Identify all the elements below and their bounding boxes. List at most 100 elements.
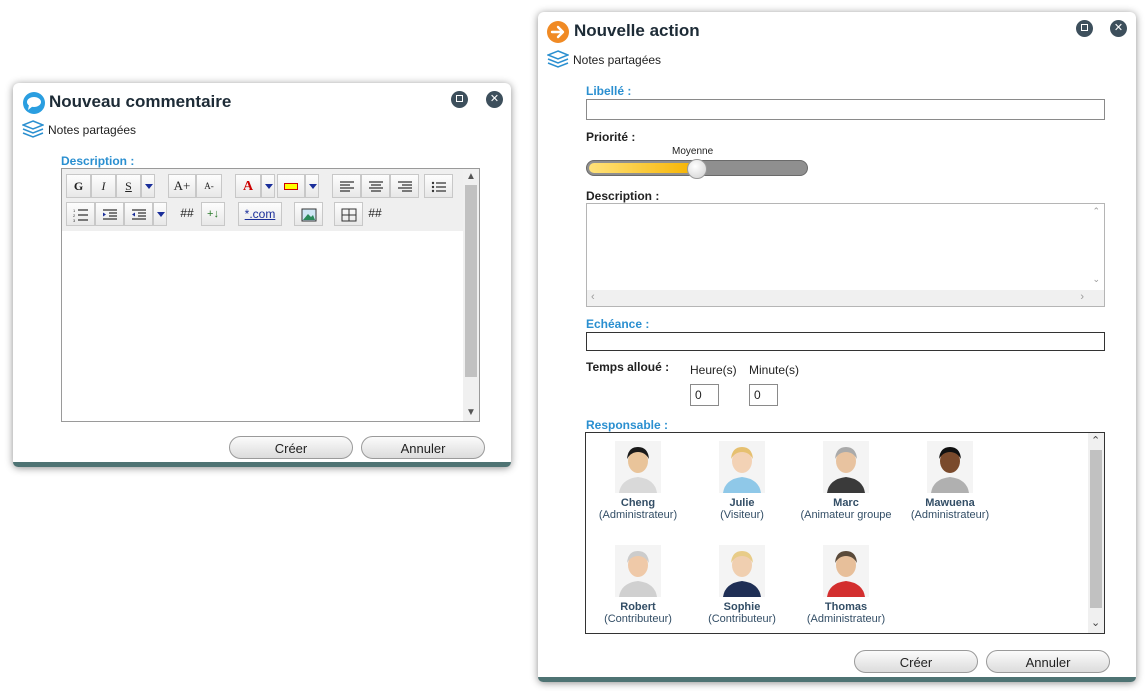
scroll-up-icon: ⌃: [1092, 206, 1100, 216]
close-button[interactable]: ✕: [1110, 20, 1127, 37]
align-right-button[interactable]: [390, 174, 419, 198]
align-left-button[interactable]: [332, 174, 361, 198]
indent-button[interactable]: [95, 202, 124, 226]
comment-dialog: Nouveau commentaire Notes partagées ✕ De…: [13, 83, 511, 467]
arrow-right-icon: [546, 20, 570, 49]
person-name: Thomas: [824, 601, 868, 613]
description-textarea[interactable]: ⌃ ⌄ ‹ ›: [586, 203, 1105, 307]
cancel-button[interactable]: Annuler: [361, 436, 485, 459]
scrollbar-thumb[interactable]: [1090, 450, 1102, 608]
maximize-icon: [456, 94, 463, 102]
scroll-down-icon: ▼: [466, 407, 476, 418]
bullet-list-button[interactable]: [424, 174, 453, 198]
action-dialog: Nouvelle action Notes partagées ✕ Libell…: [538, 12, 1136, 682]
scroll-up-icon: ▲: [466, 171, 476, 182]
dialog-bottom-bar: [538, 677, 1136, 682]
underline-options-dropdown[interactable]: [141, 174, 155, 198]
dialog-subtitle: Notes partagées: [48, 123, 137, 137]
align-center-icon: [368, 181, 383, 192]
maximize-button[interactable]: [451, 91, 468, 108]
anchor-button[interactable]: ##: [363, 202, 387, 226]
create-button[interactable]: Créer: [854, 650, 978, 673]
font-color-button[interactable]: A: [235, 174, 261, 198]
hours-input[interactable]: 0: [690, 384, 719, 406]
avatar: [615, 441, 661, 493]
link-button[interactable]: *.com: [238, 202, 282, 226]
person-mawuena[interactable]: Mawuena (Administrateur): [898, 441, 1002, 521]
maximize-icon: [1081, 23, 1088, 31]
person-role: (Contributeur): [604, 613, 672, 625]
outdent-dropdown[interactable]: [153, 202, 167, 226]
person-robert[interactable]: Robert (Contributeur): [586, 545, 690, 625]
align-left-icon: [339, 181, 354, 192]
echeance-input[interactable]: [586, 332, 1105, 351]
avatar: [927, 441, 973, 493]
rich-text-editor[interactable]: G I S A+ A- A 123 ## +↓ *.com ## ▲ ▼: [61, 168, 480, 422]
person-name: Julie: [729, 497, 755, 509]
responsable-list[interactable]: Cheng (Administrateur) Julie (Visiteur) Marc…: [585, 432, 1105, 634]
align-right-icon: [397, 181, 412, 192]
description-label: Description :: [61, 154, 135, 168]
person-name: Mawuena: [925, 497, 975, 509]
svg-text:3: 3: [73, 218, 76, 222]
layers-icon: [545, 50, 571, 73]
description-label: Description :: [586, 189, 660, 203]
numbered-list-button[interactable]: 123: [66, 202, 95, 226]
font-smaller-button[interactable]: A-: [196, 174, 222, 198]
dialog-title: Nouvelle action: [574, 21, 700, 40]
highlight-color-button[interactable]: [277, 174, 305, 198]
minutes-label: Minute(s): [749, 363, 800, 377]
maximize-button[interactable]: [1076, 20, 1093, 37]
font-bigger-button[interactable]: A+: [168, 174, 196, 198]
minutes-input[interactable]: 0: [749, 384, 778, 406]
insert-table-button[interactable]: [334, 202, 363, 226]
priority-value-label: Moyenne: [672, 146, 714, 157]
font-color-dropdown[interactable]: [261, 174, 275, 198]
bold-button[interactable]: G: [66, 174, 91, 198]
dialog-bottom-bar: [13, 462, 511, 467]
person-julie[interactable]: Julie (Visiteur): [690, 441, 794, 521]
numbering-button[interactable]: ##: [173, 202, 201, 226]
create-button[interactable]: Créer: [229, 436, 353, 459]
font-color-icon: A: [242, 179, 254, 194]
numbered-list-icon: 123: [73, 208, 88, 223]
close-button[interactable]: ✕: [486, 91, 503, 108]
person-cheng[interactable]: Cheng (Administrateur): [586, 441, 690, 521]
insert-image-button[interactable]: [294, 202, 323, 226]
libelle-input[interactable]: [586, 99, 1105, 120]
person-role: (Administrateur): [598, 509, 678, 521]
outdent-button[interactable]: [124, 202, 153, 226]
dialog-title: Nouveau commentaire: [49, 92, 232, 111]
priority-slider[interactable]: [586, 158, 810, 180]
table-icon: [341, 208, 356, 222]
person-role: (Administrateur): [806, 613, 886, 625]
align-center-button[interactable]: [361, 174, 390, 198]
insert-button[interactable]: +↓: [201, 202, 225, 226]
avatar: [823, 545, 869, 597]
person-role: (Visiteur): [720, 509, 764, 521]
person-name: Marc: [833, 497, 859, 509]
highlighter-icon: [284, 183, 298, 191]
person-thomas[interactable]: Thomas (Administrateur): [794, 545, 898, 625]
avatar: [615, 545, 661, 597]
echeance-label: Echéance :: [586, 317, 650, 331]
responsable-scrollbar[interactable]: ⌃ ⌄: [1088, 433, 1104, 633]
person-sophie[interactable]: Sophie (Contributeur): [690, 545, 794, 625]
person-role: (Animateur groupe: [800, 509, 892, 521]
cancel-button[interactable]: Annuler: [986, 650, 1110, 673]
priority-handle[interactable]: [687, 159, 707, 179]
close-icon: ✕: [489, 93, 500, 105]
scrollbar-thumb[interactable]: [465, 185, 477, 377]
scroll-down-icon: ⌄: [1092, 274, 1100, 284]
dialog-subtitle: Notes partagées: [573, 53, 662, 67]
person-role: (Administrateur): [910, 509, 990, 521]
editor-scrollbar[interactable]: ▲ ▼: [463, 169, 479, 421]
horizontal-scrollbar[interactable]: ‹ ›: [587, 290, 1104, 306]
person-marc[interactable]: Marc (Animateur groupe: [794, 441, 898, 521]
indent-icon: [102, 209, 117, 220]
highlight-color-dropdown[interactable]: [305, 174, 319, 198]
underline-button[interactable]: S: [116, 174, 141, 198]
italic-button[interactable]: I: [91, 174, 116, 198]
avatar: [719, 441, 765, 493]
person-role: (Contributeur): [708, 613, 776, 625]
